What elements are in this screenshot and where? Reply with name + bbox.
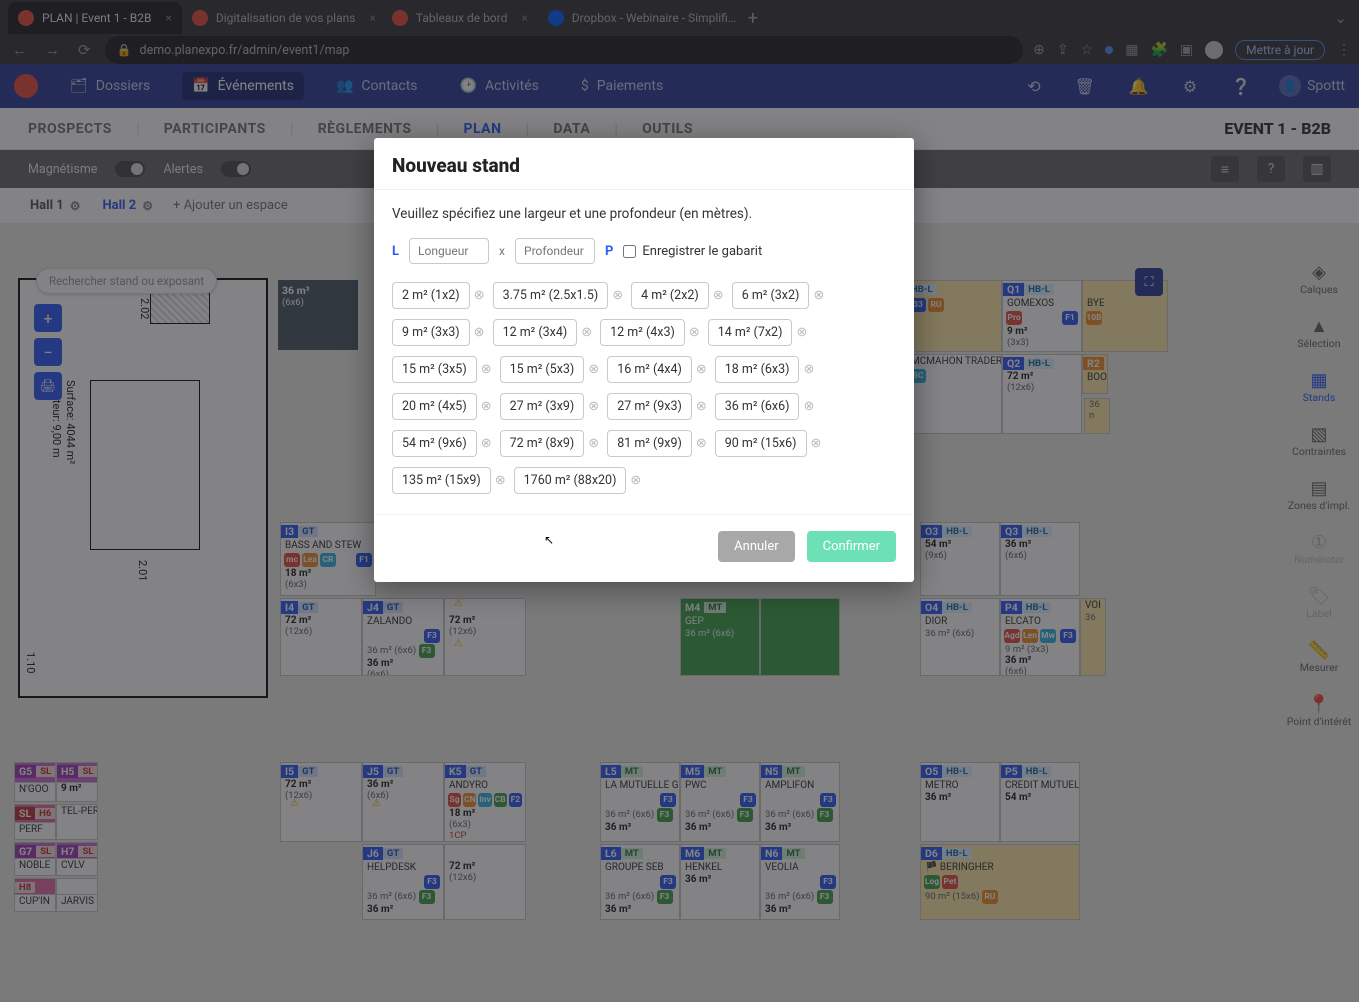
preset-button[interactable]: 12 m² (4x3) [600,319,685,346]
delete-preset-icon[interactable]: ⊗ [689,325,700,340]
dimension-row: L x P Enregistrer le gabarit [392,238,896,264]
preset-button[interactable]: 4 m² (2x2) [631,282,709,309]
delete-preset-icon[interactable]: ⊗ [696,362,707,377]
modal-header: Nouveau stand [374,138,914,190]
preset-button[interactable]: 16 m² (4x4) [607,356,692,383]
delete-preset-icon[interactable]: ⊗ [803,399,814,414]
delete-preset-icon[interactable]: ⊗ [813,288,824,303]
modal-instructions: Veuillez spécifiez une largeur et une pr… [392,206,896,222]
delete-preset-icon[interactable]: ⊗ [796,325,807,340]
delete-preset-icon[interactable]: ⊗ [696,436,707,451]
modal-body: Veuillez spécifiez une largeur et une pr… [374,190,914,514]
preset-button[interactable]: 15 m² (3x5) [392,356,477,383]
delete-preset-icon[interactable]: ⊗ [481,399,492,414]
preset-button[interactable]: 2 m² (1x2) [392,282,470,309]
modal-footer: Annuler Confirmer [374,514,914,582]
delete-preset-icon[interactable]: ⊗ [696,399,707,414]
preset-button[interactable]: 1760 m² (88x20) [514,467,627,494]
delete-preset-icon[interactable]: ⊗ [481,362,492,377]
width-label: L [392,244,399,259]
delete-preset-icon[interactable]: ⊗ [588,436,599,451]
preset-button[interactable]: 27 m² (9x3) [607,393,692,420]
preset-button[interactable]: 36 m² (6x6) [715,393,800,420]
delete-preset-icon[interactable]: ⊗ [803,362,814,377]
modal-title: Nouveau stand [392,154,896,177]
delete-preset-icon[interactable]: ⊗ [581,325,592,340]
preset-button[interactable]: 15 m² (5x3) [500,356,585,383]
delete-preset-icon[interactable]: ⊗ [811,436,822,451]
preset-button[interactable]: 90 m² (15x6) [715,430,807,457]
preset-button[interactable]: 72 m² (8x9) [500,430,585,457]
preset-button[interactable]: 18 m² (6x3) [715,356,800,383]
depth-input[interactable] [515,238,595,264]
delete-preset-icon[interactable]: ⊗ [474,288,485,303]
preset-button[interactable]: 20 m² (4x5) [392,393,477,420]
delete-preset-icon[interactable]: ⊗ [588,362,599,377]
delete-preset-icon[interactable]: ⊗ [612,288,623,303]
delete-preset-icon[interactable]: ⊗ [630,473,641,488]
preset-button[interactable]: 81 m² (9x9) [607,430,692,457]
preset-button[interactable]: 14 m² (7x2) [708,319,793,346]
save-template-checkbox[interactable]: Enregistrer le gabarit [623,244,762,259]
preset-button[interactable]: 6 m² (3x2) [732,282,810,309]
preset-list: 2 m² (1x2)⊗3.75 m² (2.5x1.5)⊗4 m² (2x2)⊗… [392,282,896,494]
delete-preset-icon[interactable]: ⊗ [474,325,485,340]
cancel-button[interactable]: Annuler [718,531,794,562]
preset-button[interactable]: 12 m² (3x4) [493,319,578,346]
width-input[interactable] [409,238,489,264]
delete-preset-icon[interactable]: ⊗ [495,473,506,488]
new-stand-modal: Nouveau stand Veuillez spécifiez une lar… [374,138,914,582]
x-label: x [499,244,505,258]
delete-preset-icon[interactable]: ⊗ [713,288,724,303]
preset-button[interactable]: 3.75 m² (2.5x1.5) [493,282,609,309]
preset-button[interactable]: 27 m² (3x9) [500,393,585,420]
depth-label: P [605,244,613,259]
preset-button[interactable]: 135 m² (15x9) [392,467,491,494]
preset-button[interactable]: 54 m² (9x6) [392,430,477,457]
checkbox-input[interactable] [623,245,636,258]
delete-preset-icon[interactable]: ⊗ [588,399,599,414]
delete-preset-icon[interactable]: ⊗ [481,436,492,451]
preset-button[interactable]: 9 m² (3x3) [392,319,470,346]
checkbox-label: Enregistrer le gabarit [642,244,762,259]
confirm-button[interactable]: Confirmer [807,531,896,562]
